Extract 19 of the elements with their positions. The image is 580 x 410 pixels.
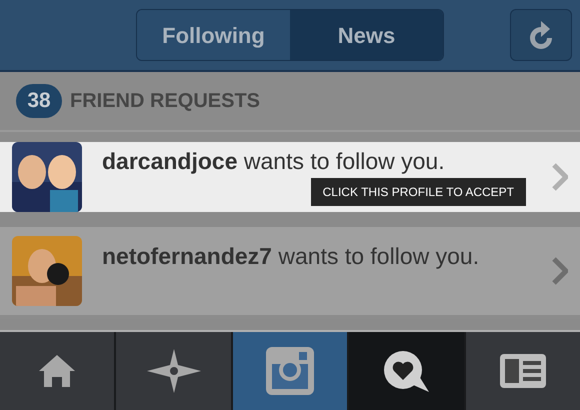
tab-bar-item[interactable] [0,332,114,410]
chevron-right-icon [552,163,568,191]
tab-bar-item[interactable] [116,332,231,410]
segment-tab[interactable]: News [290,10,443,60]
request-row[interactable]: darcandjoce wants to follow you. CLICK THIS PROFILE TO ACCEPT [0,142,580,212]
compass-star-icon [146,349,201,393]
heart-bubble-icon [381,350,432,392]
hint-label: CLICK THIS PROFILE TO ACCEPT [310,178,526,206]
tab-bar-item[interactable] [349,332,464,410]
request-text: netofernandez7 wants to follow you. [102,242,480,271]
section-title: FRIEND REQUESTS [70,89,260,114]
refresh-button[interactable] [510,9,572,61]
count-badge: 38 [16,84,62,118]
camera-icon [265,346,316,396]
request-text: darcandjoce wants to follow you. [102,147,446,176]
tab-bar-item[interactable] [466,332,580,410]
profile-card-icon [500,354,546,388]
home-icon [37,353,78,389]
chevron-right-icon [552,257,568,285]
